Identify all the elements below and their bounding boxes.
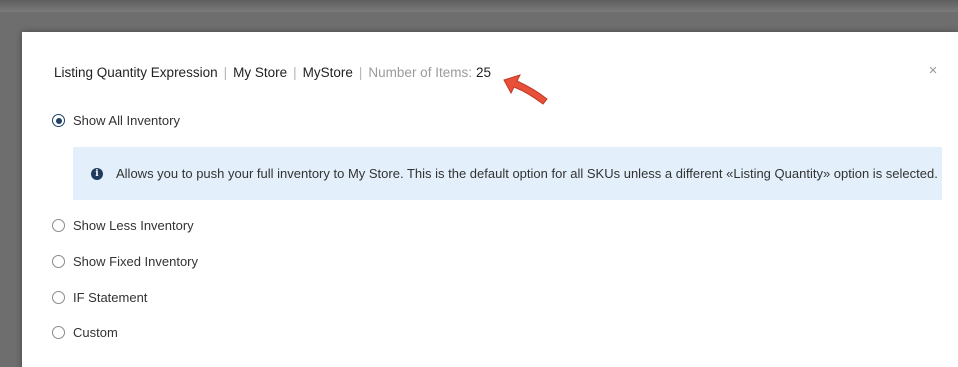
option-label: Show Less Inventory: [73, 218, 194, 233]
option-label: IF Statement: [73, 290, 148, 305]
radio-button[interactable]: [52, 255, 65, 268]
items-count-value: 25: [475, 64, 491, 80]
store-channel-name: MyStore: [302, 64, 353, 80]
option-show-less-inventory[interactable]: Show Less Inventory: [52, 218, 194, 233]
backdrop-top: [0, 0, 958, 12]
info-icon: i: [91, 167, 103, 180]
option-custom[interactable]: Custom: [52, 325, 118, 340]
header-separator: |: [293, 64, 297, 80]
info-text: Allows you to push your full inventory t…: [116, 166, 938, 181]
store-name: My Store: [233, 64, 288, 80]
dialog-title: Listing Quantity Expression: [54, 64, 218, 80]
close-button[interactable]: ×: [926, 62, 940, 80]
option-label: Show All Inventory: [73, 113, 180, 128]
radio-button[interactable]: [52, 219, 65, 232]
header-separator: |: [358, 64, 363, 80]
option-if-statement[interactable]: IF Statement: [52, 290, 147, 305]
red-arrow-icon: [503, 74, 548, 105]
info-message: i Allows you to push your full inventory…: [73, 147, 942, 200]
option-label: Custom: [73, 325, 118, 340]
radio-button-selected[interactable]: [52, 114, 65, 127]
header-separator: |: [223, 64, 228, 80]
radio-button[interactable]: [52, 291, 65, 304]
option-show-all-inventory[interactable]: Show All Inventory: [52, 113, 180, 128]
items-count-label: Number of Items:: [368, 64, 472, 80]
option-label: Show Fixed Inventory: [73, 254, 199, 269]
radio-button[interactable]: [52, 326, 65, 339]
listing-quantity-dialog: Listing Quantity Expression | My Store |…: [22, 32, 958, 367]
option-show-fixed-inventory[interactable]: Show Fixed Inventory: [52, 254, 198, 269]
dialog-header: Listing Quantity Expression | My Store |…: [54, 62, 491, 82]
